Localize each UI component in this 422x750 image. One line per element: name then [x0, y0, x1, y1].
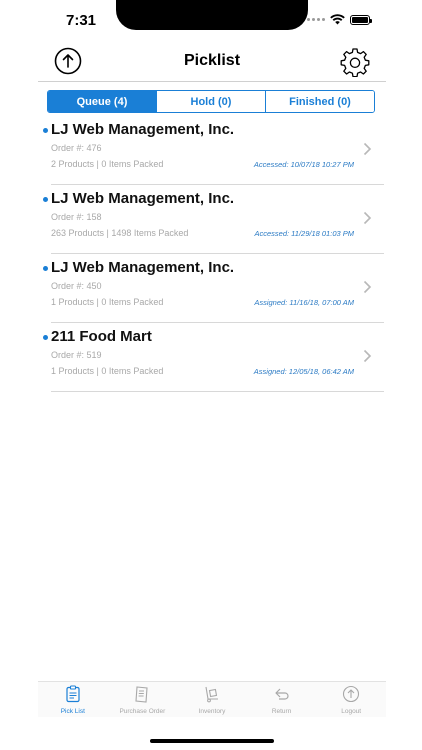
tab-logout[interactable]: Logout	[316, 682, 386, 717]
battery-icon	[350, 14, 372, 25]
product-counts: 1 Products | 0 Items Packed	[51, 366, 164, 376]
bottom-tab-bar: Pick List Purchase Order Inventory Retur…	[38, 681, 386, 717]
tab-queue[interactable]: Queue (4)	[48, 91, 157, 112]
product-counts: 2 Products | 0 Items Packed	[51, 159, 164, 169]
row-divider	[51, 391, 384, 392]
unread-dot	[43, 266, 48, 271]
chevron-right-icon	[363, 211, 372, 225]
order-timestamp: Assigned: 11/16/18, 07:00 AM	[254, 298, 354, 307]
chevron-right-icon	[363, 142, 372, 156]
status-segmented-control: Queue (4) Hold (0) Finished (0)	[47, 90, 375, 113]
tab-label: Logout	[341, 708, 362, 715]
unread-dot	[43, 197, 48, 202]
tab-purchase-order[interactable]: Purchase Order	[108, 682, 178, 717]
customer-name: LJ Web Management, Inc.	[51, 190, 235, 207]
nav-bar: Picklist	[38, 40, 386, 82]
status-time: 7:31	[66, 12, 97, 29]
page-title: Picklist	[183, 52, 241, 69]
device-notch	[116, 0, 308, 30]
order-row[interactable]: LJ Web Management, Inc. Order #: 158 263…	[38, 185, 386, 254]
tab-return[interactable]: Return	[247, 682, 317, 717]
order-list: LJ Web Management, Inc. Order #: 476 2 P…	[38, 116, 386, 392]
order-timestamp: Accessed: 11/29/18 01:03 PM	[254, 229, 354, 238]
customer-name: 211 Food Mart	[51, 328, 152, 345]
app-screen: 7:31 Picklist Queue (4) Hold (0) Finishe…	[38, 0, 386, 750]
tab-label: Purchase Order	[119, 708, 166, 715]
logout-icon	[343, 685, 360, 703]
product-counts: 263 Products | 1498 Items Packed	[51, 228, 189, 238]
product-counts: 1 Products | 0 Items Packed	[51, 297, 164, 307]
receipt-icon	[135, 686, 148, 703]
clipboard-icon	[66, 685, 80, 703]
customer-name: LJ Web Management, Inc.	[51, 259, 235, 276]
tab-hold[interactable]: Hold (0)	[157, 91, 266, 112]
home-indicator	[150, 739, 274, 743]
dolly-icon	[205, 686, 218, 703]
customer-name: LJ Web Management, Inc.	[51, 121, 235, 138]
tab-label: Inventory	[198, 708, 226, 715]
order-number: Order #: 450	[51, 281, 102, 291]
tab-finished[interactable]: Finished (0)	[266, 91, 374, 112]
unread-dot	[43, 128, 48, 133]
gear-icon[interactable]	[340, 47, 370, 77]
order-timestamp: Accessed: 10/07/18 10:27 PM	[253, 160, 354, 169]
order-timestamp: Assigned: 12/05/18, 06:42 AM	[253, 367, 354, 376]
tab-inventory[interactable]: Inventory	[177, 682, 247, 717]
order-number: Order #: 519	[51, 350, 102, 360]
order-number: Order #: 158	[51, 212, 102, 222]
tab-label: Pick List	[60, 708, 85, 715]
status-icons	[307, 14, 372, 25]
unread-dot	[43, 335, 48, 340]
wifi-icon	[330, 14, 345, 25]
chevron-right-icon	[363, 349, 372, 363]
order-number: Order #: 476	[51, 143, 102, 153]
signal-icon	[307, 18, 325, 21]
chevron-right-icon	[363, 280, 372, 294]
tab-pick-list[interactable]: Pick List	[38, 682, 108, 717]
tab-label: Return	[271, 708, 292, 715]
order-row[interactable]: LJ Web Management, Inc. Order #: 476 2 P…	[38, 116, 386, 185]
return-arrow-icon	[274, 688, 289, 700]
order-row[interactable]: LJ Web Management, Inc. Order #: 450 1 P…	[38, 254, 386, 323]
status-bar: 7:31	[38, 0, 386, 40]
order-row[interactable]: 211 Food Mart Order #: 519 1 Products | …	[38, 323, 386, 392]
